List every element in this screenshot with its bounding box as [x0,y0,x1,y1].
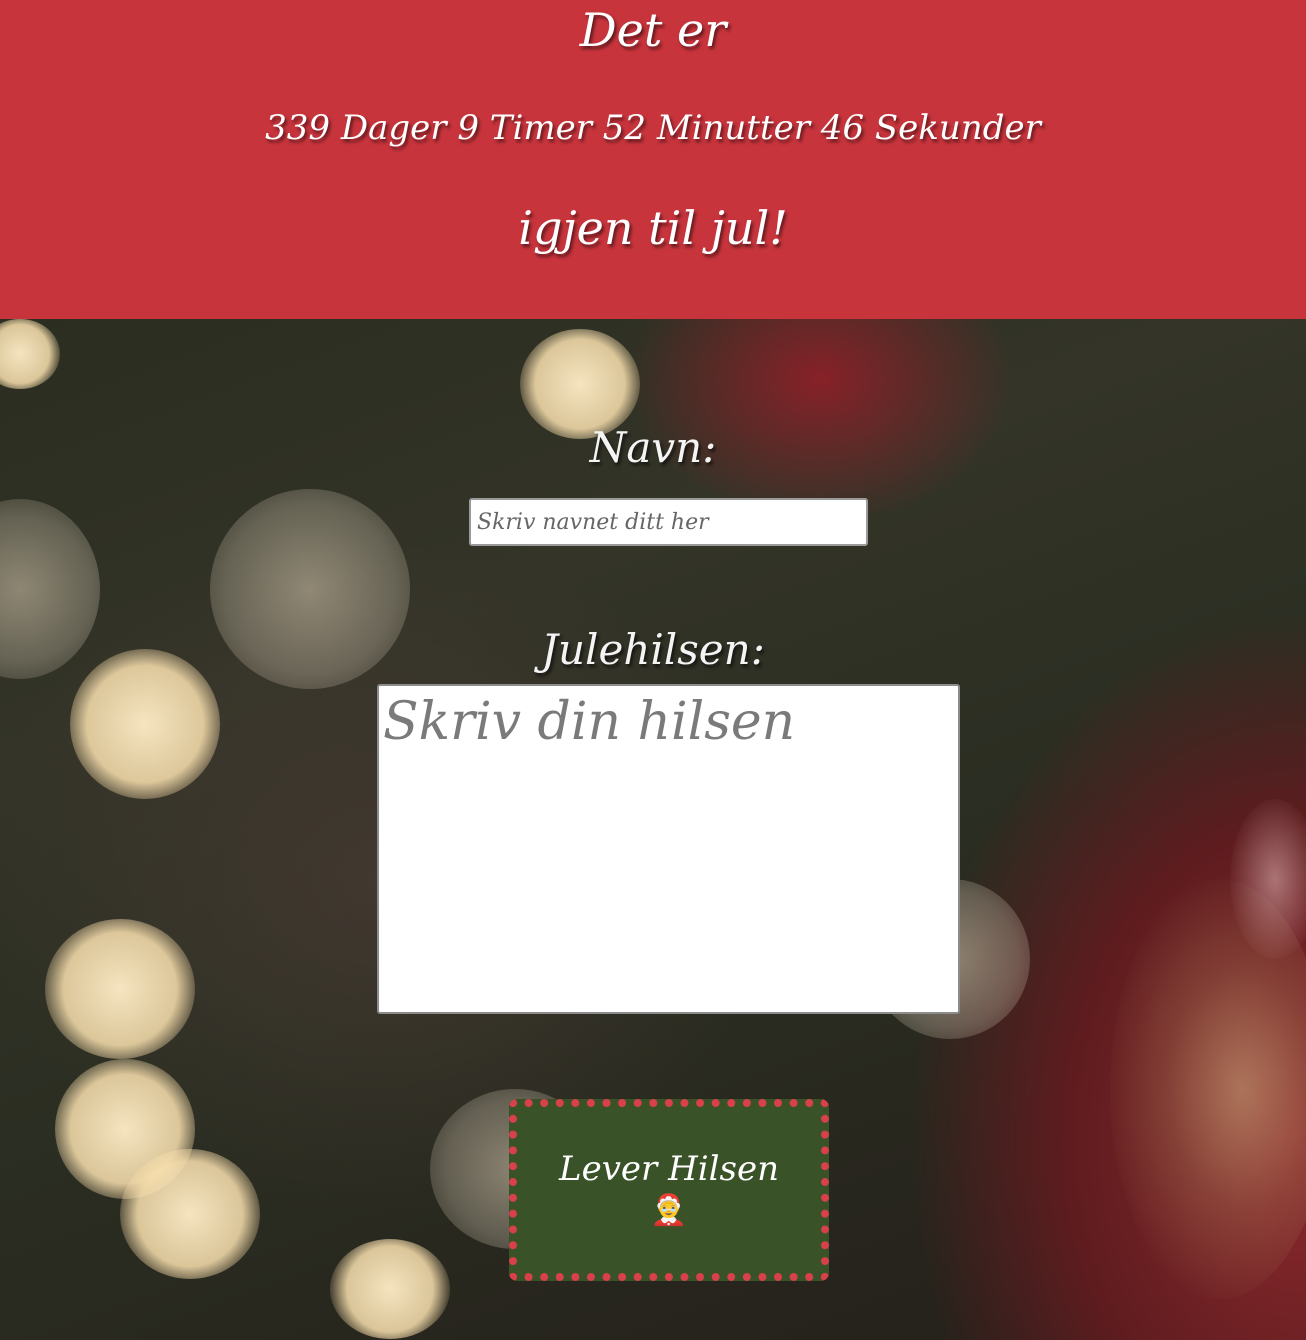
header-outro: igjen til jul! [518,201,788,255]
greeting-label: Julehilsen: [541,625,765,674]
name-label: Navn: [589,423,717,472]
submit-button-label: Lever Hilsen [559,1149,779,1189]
countdown-text: 339 Dager 9 Timer 52 Minutter 46 Sekunde… [265,108,1041,148]
greeting-textarea[interactable] [377,684,960,1014]
bokeh-light [330,1239,450,1339]
mrs-claus-icon: 🤶 [650,1193,688,1228]
page: Det er 339 Dager 9 Timer 52 Minutter 46 … [0,0,1306,1340]
submit-greeting-button[interactable]: Lever Hilsen 🤶 [509,1099,829,1281]
bokeh-light [120,1149,260,1279]
countdown-header: Det er 339 Dager 9 Timer 52 Minutter 46 … [0,0,1306,319]
bokeh-light [0,319,60,389]
bokeh-light [45,919,195,1059]
name-input[interactable] [469,498,868,546]
header-intro: Det er [579,3,727,57]
